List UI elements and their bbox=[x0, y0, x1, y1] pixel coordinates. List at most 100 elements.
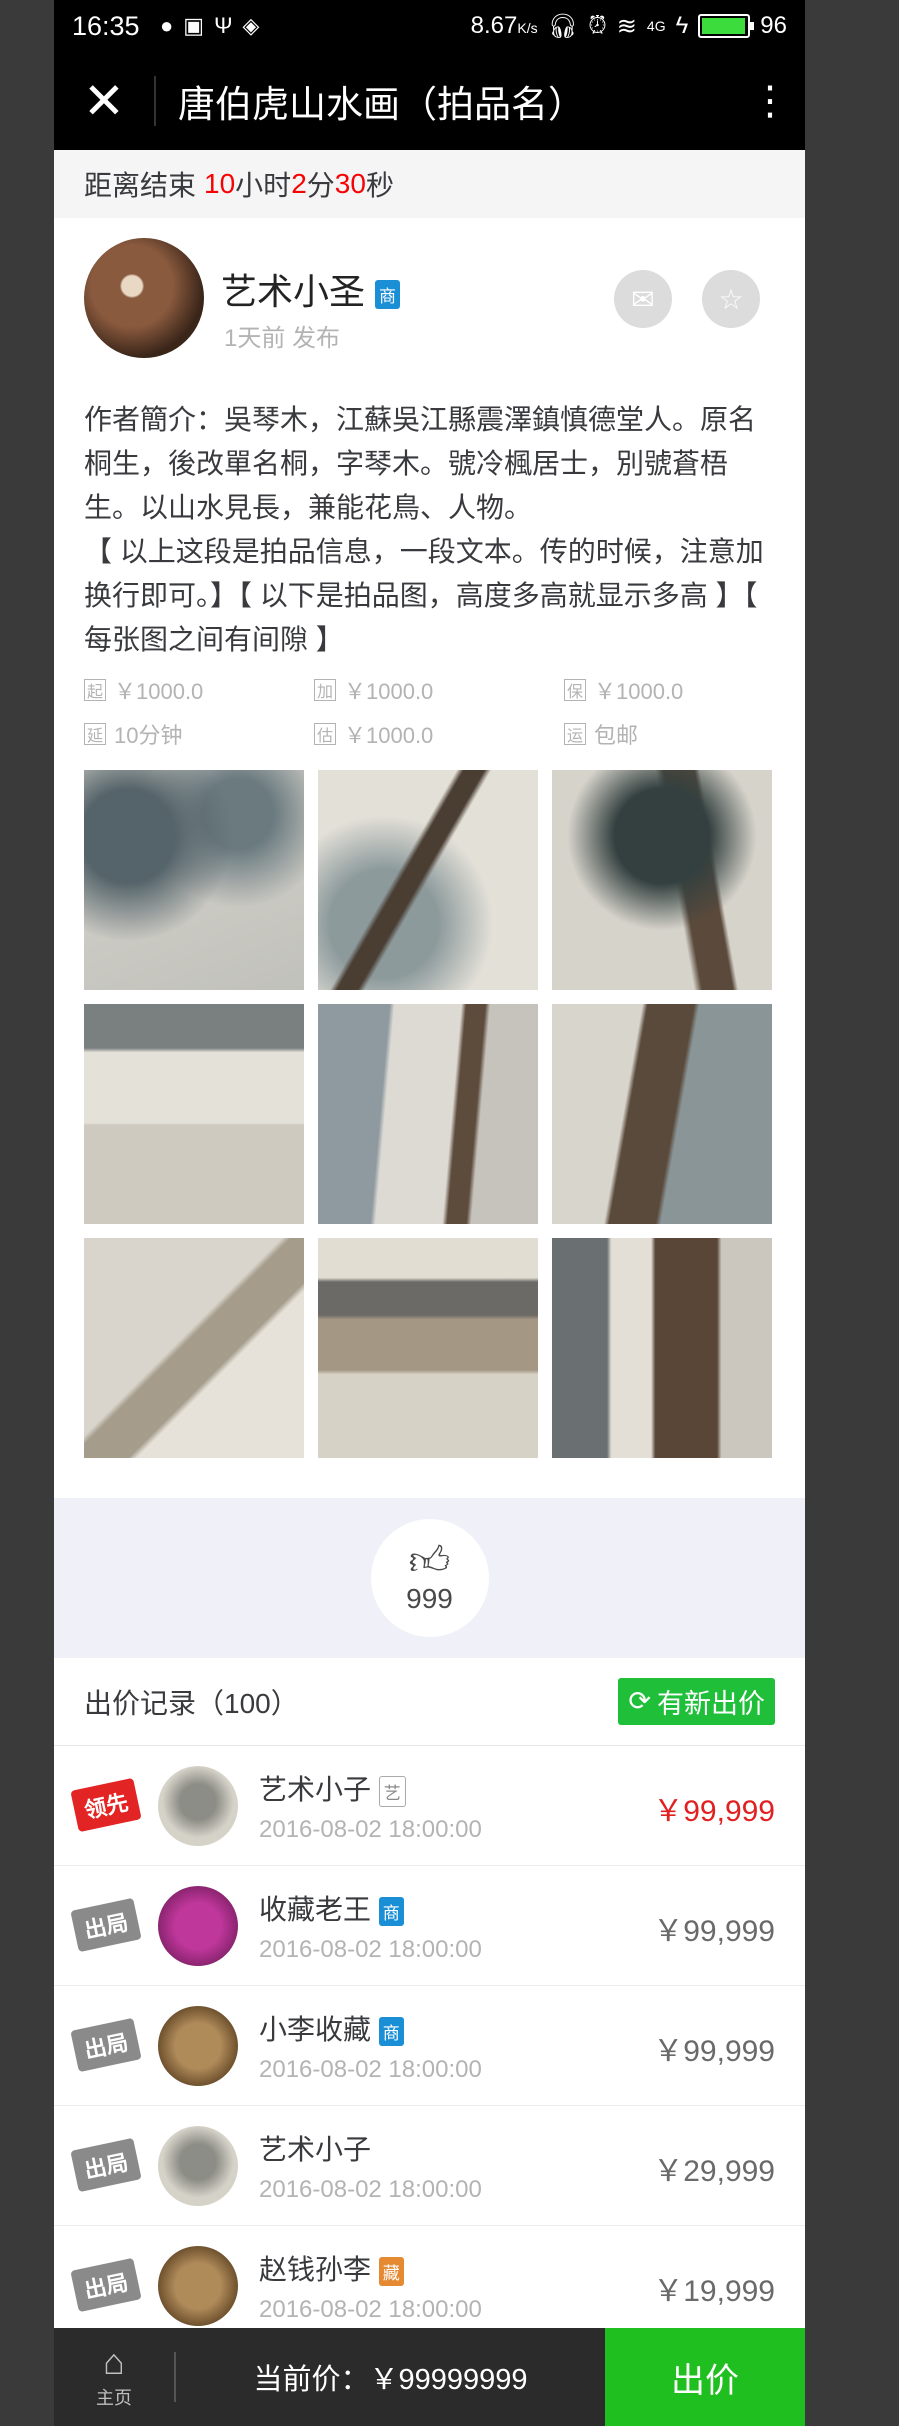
countdown-bar: 距离结束 10 小时 2 分 30 秒 bbox=[54, 150, 805, 218]
item-image[interactable] bbox=[84, 1004, 304, 1224]
bid-price: ￥29,999 bbox=[653, 2155, 775, 2188]
countdown-seconds-unit: 秒 bbox=[365, 170, 394, 201]
avatar bbox=[158, 2006, 238, 2086]
shield-icon: ◈ bbox=[242, 13, 260, 38]
bid-list: 领先 艺术小子 艺 2016-08-02 18:00:00 ￥99,999 出局… bbox=[54, 1746, 805, 2346]
item-image[interactable] bbox=[84, 1238, 304, 1458]
shipping: 包邮 bbox=[594, 723, 639, 748]
avatar bbox=[158, 2126, 238, 2206]
avatar bbox=[158, 1766, 238, 1846]
price-item: 运包邮 bbox=[564, 718, 744, 750]
bid-price: ￥99,999 bbox=[653, 1915, 775, 1948]
new-bid-button[interactable]: ⟳ 有新出价 bbox=[618, 1678, 775, 1725]
thumbs-up-icon: 👍︎ bbox=[408, 1539, 451, 1583]
author-intro: 作者簡介：吳琴木，江蘇吳江縣震澤鎮慎德堂人。原名桐生，後改單名桐，字琴木。號冷楓… bbox=[84, 404, 757, 523]
bid-row[interactable]: 领先 艺术小子 艺 2016-08-02 18:00:00 ￥99,999 bbox=[54, 1746, 805, 1866]
countdown-hours: 10 bbox=[204, 168, 236, 199]
bid-record-header: 出价记录（100） ⟳ 有新出价 bbox=[54, 1658, 805, 1746]
page: 16:35 ● ▣ Ψ ◈ 8.67K/s 🎧︎ ⏰︎ ≋ 4G ϟ 96 ✕ bbox=[0, 0, 899, 2426]
image-icon: ▣ bbox=[183, 13, 205, 38]
increment-price: ￥1000.0 bbox=[344, 679, 434, 704]
out-badge: 出局 bbox=[70, 2137, 142, 2193]
deposit-box: 保 bbox=[564, 679, 586, 701]
like-button[interactable]: 👍︎ 999 bbox=[370, 1519, 489, 1637]
item-image[interactable] bbox=[552, 1004, 772, 1224]
network-speed-unit: K/s bbox=[517, 20, 538, 36]
current-price: 当前价：￥99999999 bbox=[253, 2364, 528, 2396]
bid-time: 2016-08-02 18:00:00 bbox=[259, 2056, 482, 2083]
start-price-box: 起 bbox=[84, 679, 106, 701]
price-item: 保 ￥1000.0 bbox=[564, 674, 744, 706]
item-image[interactable] bbox=[318, 1238, 538, 1458]
item-note: 【 以上这段是拍品信息，一段文本。传的时候，注意加换行即可。】【 以下是拍品图，… bbox=[84, 536, 764, 655]
out-badge: 出局 bbox=[70, 2017, 142, 2073]
bid-row[interactable]: 出局 艺术小子 2016-08-02 18:00:00 ￥29,999 bbox=[54, 2106, 805, 2226]
bid-time: 2016-08-02 18:00:00 bbox=[259, 1936, 482, 1963]
home-tab[interactable]: ⌂ 主页 bbox=[54, 2344, 174, 2410]
item-image[interactable] bbox=[552, 1238, 772, 1458]
seller-badge: 商 bbox=[375, 279, 401, 309]
bid-time: 2016-08-02 18:00:00 bbox=[259, 2296, 482, 2323]
item-image[interactable] bbox=[552, 770, 772, 990]
wifi-icon: ≋ bbox=[616, 12, 637, 40]
item-image-grid bbox=[54, 750, 805, 1458]
notification-icon: ● bbox=[160, 13, 174, 38]
item-description: 作者簡介：吳琴木，江蘇吳江縣震澤鎮慎德堂人。原名桐生，後改單名桐，字琴木。號冷楓… bbox=[54, 383, 805, 662]
shipping-box: 运 bbox=[564, 723, 586, 745]
usb-icon: Ψ bbox=[214, 13, 233, 38]
bidder-tag: 艺 bbox=[378, 1776, 406, 1808]
countdown-minutes: 2 bbox=[291, 168, 307, 199]
close-icon[interactable]: ✕ bbox=[54, 76, 154, 126]
home-label: 主页 bbox=[96, 2388, 132, 2408]
bidder-name: 小李收藏 bbox=[259, 2014, 372, 2045]
seller-publish-time: 1天前 发布 bbox=[224, 325, 341, 352]
estimate-price: ￥1000.0 bbox=[344, 723, 434, 748]
seller-name[interactable]: 艺术小圣 bbox=[221, 271, 365, 312]
like-count: 999 bbox=[406, 1583, 453, 1614]
seller-avatar[interactable] bbox=[84, 238, 204, 358]
price-item: 起 ￥1000.0 bbox=[84, 674, 314, 706]
estimate-box: 估 bbox=[314, 723, 336, 745]
status-bar: 16:35 ● ▣ Ψ ◈ 8.67K/s 🎧︎ ⏰︎ ≋ 4G ϟ 96 bbox=[54, 0, 805, 52]
like-section: 👍︎ 999 bbox=[54, 1498, 805, 1658]
countdown-seconds: 30 bbox=[334, 168, 366, 199]
headphone-icon: 🎧︎ bbox=[547, 12, 579, 40]
item-image[interactable] bbox=[318, 770, 538, 990]
bidder-name: 收藏老王 bbox=[259, 1894, 372, 1925]
bid-button[interactable]: 出价 bbox=[605, 2328, 805, 2426]
bid-price: ￥99,999 bbox=[653, 2035, 775, 2068]
new-bid-label: 有新出价 bbox=[657, 1689, 765, 1719]
out-badge: 出局 bbox=[70, 1897, 142, 1953]
deposit-price: ￥1000.0 bbox=[594, 679, 684, 704]
extend-box: 延 bbox=[84, 723, 106, 745]
battery-icon bbox=[698, 14, 755, 38]
mail-icon[interactable]: ✉ bbox=[614, 270, 672, 328]
avatar bbox=[158, 2246, 238, 2326]
home-icon: ⌂ bbox=[103, 2341, 125, 2382]
star-icon[interactable]: ☆ bbox=[702, 270, 760, 328]
bid-row[interactable]: 出局 收藏老王 商 2016-08-02 18:00:00 ￥99,999 bbox=[54, 1866, 805, 1986]
item-image[interactable] bbox=[318, 1004, 538, 1224]
bid-row[interactable]: 出局 小李收藏 商 2016-08-02 18:00:00 ￥99,999 bbox=[54, 1986, 805, 2106]
page-title: 唐伯虎山水画（拍品名） bbox=[178, 84, 585, 125]
bidder-name: 艺术小子 bbox=[259, 1774, 372, 1805]
countdown-minutes-unit: 分 bbox=[306, 170, 335, 201]
item-image[interactable] bbox=[84, 770, 304, 990]
alarm-icon: ⏰︎ bbox=[588, 12, 607, 39]
countdown-prefix: 距离结束 bbox=[84, 170, 197, 201]
bid-record-label: 出价记录（100） bbox=[84, 1687, 299, 1719]
more-icon[interactable]: ⋮ bbox=[735, 81, 805, 121]
bid-price: ￥19,999 bbox=[653, 2275, 775, 2308]
bidder-tag: 商 bbox=[378, 1897, 404, 1927]
bidder-tag: 藏 bbox=[378, 2257, 404, 2287]
battery-level: 96 bbox=[760, 12, 787, 39]
out-badge: 出局 bbox=[70, 2257, 142, 2313]
price-item: 估 ￥1000.0 bbox=[314, 718, 564, 750]
charging-icon: ϟ bbox=[675, 12, 689, 39]
battery-fill bbox=[702, 18, 745, 34]
bid-time: 2016-08-02 18:00:00 bbox=[259, 1816, 482, 1843]
refresh-icon: ⟳ bbox=[628, 1686, 651, 1716]
seller-info: 艺术小圣 商 1天前 发布 ✉ ☆ bbox=[54, 218, 805, 383]
extend-time: 10分钟 bbox=[114, 723, 183, 748]
phone-screen: 16:35 ● ▣ Ψ ◈ 8.67K/s 🎧︎ ⏰︎ ≋ 4G ϟ 96 ✕ bbox=[54, 0, 805, 2426]
